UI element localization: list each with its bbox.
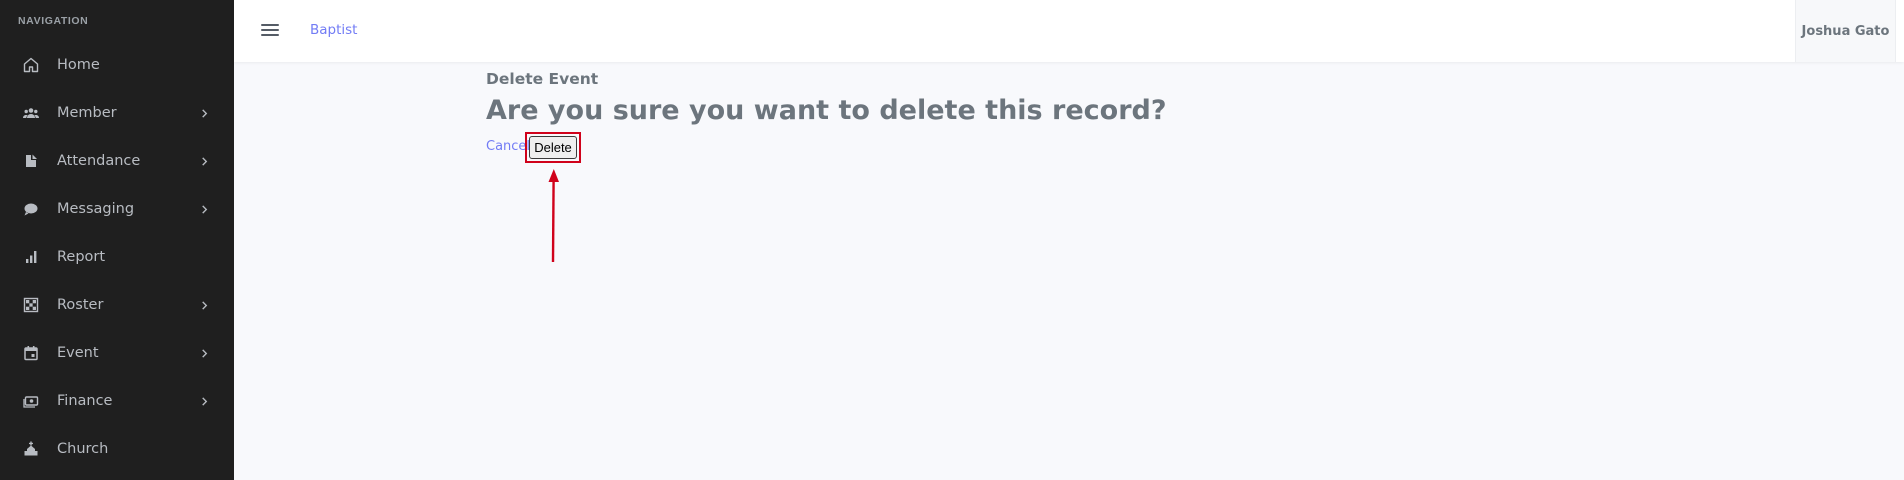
sidebar-item-label: Event xyxy=(57,345,99,361)
page-subtitle: Delete Event xyxy=(486,70,599,88)
money-icon xyxy=(22,392,40,410)
sidebar-item-member[interactable]: Member xyxy=(0,89,234,137)
user-menu[interactable]: Joshua Gato xyxy=(1795,0,1896,62)
page-title: Are you sure you want to delete this rec… xyxy=(486,95,1167,126)
sidebar-item-event[interactable]: Event xyxy=(0,329,234,377)
sidebar-heading: NAVIGATION xyxy=(18,15,89,27)
sidebar-item-label: Finance xyxy=(57,393,113,409)
user-name: Joshua Gato xyxy=(1801,23,1890,39)
sidebar-item-label: Report xyxy=(57,249,106,265)
calendar-icon xyxy=(22,344,40,362)
sidebar-item-label: Roster xyxy=(57,297,104,313)
chevron-right-icon xyxy=(199,348,209,358)
cancel-link[interactable]: Cancel xyxy=(486,139,530,154)
chevron-right-icon xyxy=(199,156,209,166)
sidebar-item-finance[interactable]: Finance xyxy=(0,377,234,425)
chevron-right-icon xyxy=(199,204,209,214)
hamburger-menu-icon[interactable] xyxy=(261,22,279,38)
sidebar-item-attendance[interactable]: Attendance xyxy=(0,137,234,185)
sidebar-item-messaging[interactable]: Messaging xyxy=(0,185,234,233)
sidebar-item-home[interactable]: Home xyxy=(0,41,234,89)
chevron-right-icon xyxy=(199,396,209,406)
attendance-icon xyxy=(22,152,40,170)
home-icon xyxy=(22,56,40,74)
sidebar: NAVIGATION Home Member Attendance Messag… xyxy=(0,0,234,480)
delete-button[interactable]: Delete xyxy=(529,136,577,159)
sidebar-item-label: Member xyxy=(57,105,117,121)
sidebar-item-roster[interactable]: Roster xyxy=(0,281,234,329)
sidebar-item-report[interactable]: Report xyxy=(0,233,234,281)
sidebar-item-label: Church xyxy=(57,441,109,457)
chat-icon xyxy=(22,200,40,218)
pointer-arrow-icon xyxy=(548,169,559,263)
bar-chart-icon xyxy=(22,248,40,266)
sidebar-item-label: Home xyxy=(57,57,100,73)
sidebar-item-church[interactable]: Church xyxy=(0,425,234,473)
sidebar-item-label: Attendance xyxy=(57,153,141,169)
sidebar-item-label: Messaging xyxy=(57,201,135,217)
users-icon xyxy=(22,104,40,122)
chevron-right-icon xyxy=(199,300,209,310)
church-icon xyxy=(22,440,40,458)
chevron-right-icon xyxy=(199,108,209,118)
brand-link[interactable]: Baptist xyxy=(310,22,357,38)
top-header: Baptist Joshua Gato xyxy=(234,0,1904,62)
roster-grid-icon xyxy=(22,296,40,314)
